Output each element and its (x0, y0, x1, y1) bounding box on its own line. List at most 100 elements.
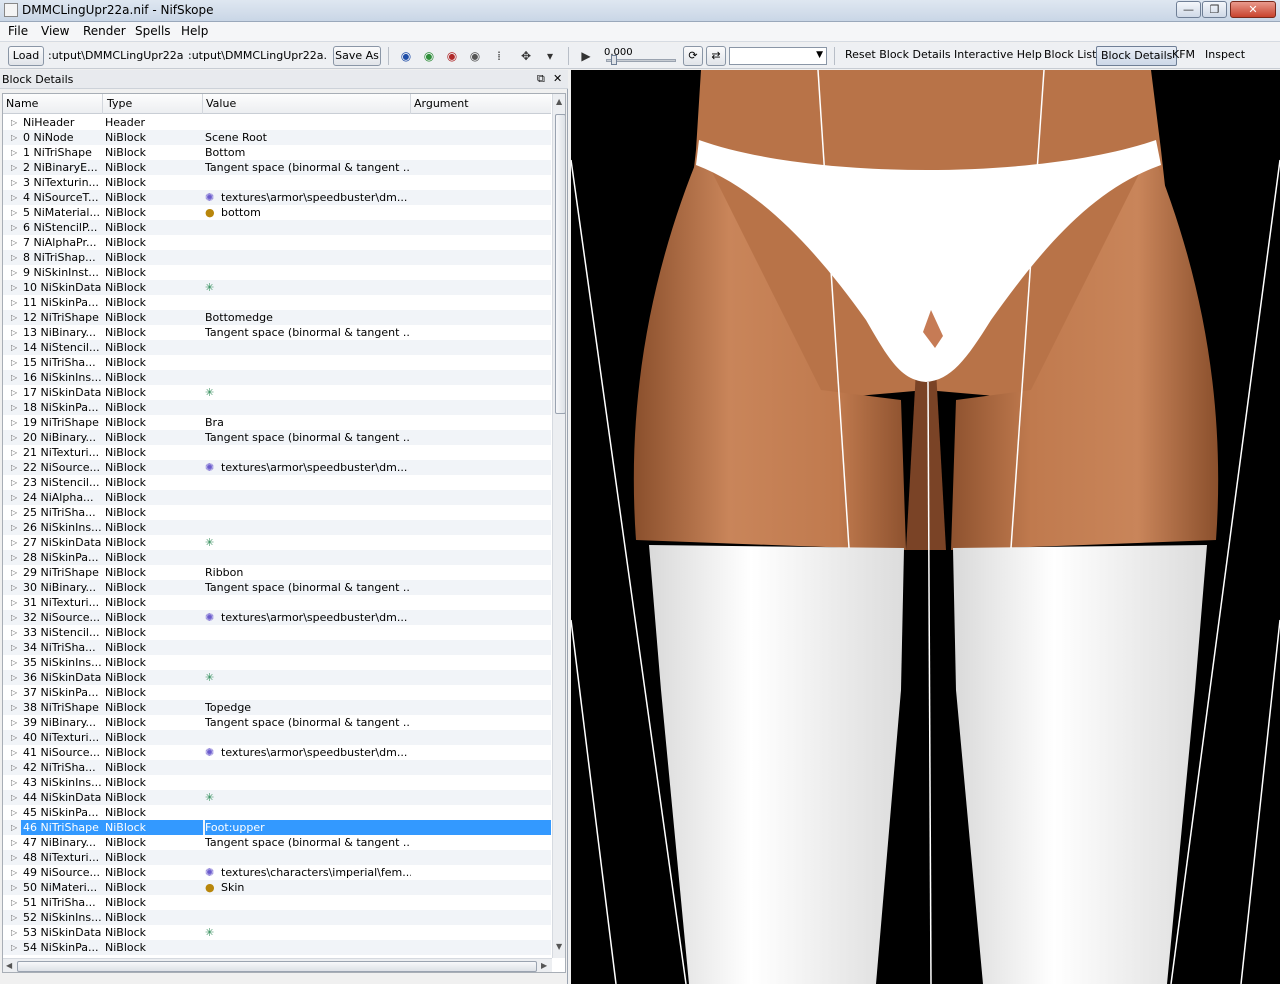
tree-row[interactable]: ▷ NiHeader Header (3, 115, 551, 130)
tree-row[interactable]: ▷ 35 NiSkinIns... NiBlock (3, 655, 551, 670)
expand-arrow-icon[interactable]: ▷ (11, 820, 17, 835)
expand-arrow-icon[interactable]: ▷ (11, 760, 17, 775)
menu-spells[interactable]: Spells (135, 24, 171, 38)
time-slider-thumb[interactable] (611, 55, 617, 65)
expand-arrow-icon[interactable]: ▷ (11, 580, 17, 595)
kfm-button[interactable]: KFM (1172, 48, 1195, 61)
expand-arrow-icon[interactable]: ▷ (11, 415, 17, 430)
render-viewport[interactable] (571, 70, 1280, 984)
tree-row[interactable]: ▷ 18 NiSkinPa... NiBlock (3, 400, 551, 415)
tree-row[interactable]: ▷ 32 NiSource... NiBlock ✺ textures\armor\sp… (3, 610, 551, 625)
expand-arrow-icon[interactable]: ▷ (11, 775, 17, 790)
tree-row[interactable]: ▷ 34 NiTriSha... NiBlock (3, 640, 551, 655)
tree-row[interactable]: ▷ 19 NiTriShape NiBlock Bra (3, 415, 551, 430)
tree-row[interactable]: ▷ 11 NiSkinPa... NiBlock (3, 295, 551, 310)
tree-row[interactable]: ▷ 21 NiTexturi... NiBlock (3, 445, 551, 460)
column-header-argument[interactable]: Argument (414, 97, 469, 110)
tree-row[interactable]: ▷ 27 NiSkinData NiBlock ✳ (3, 535, 551, 550)
column-header-type[interactable]: Type (107, 97, 132, 110)
expand-arrow-icon[interactable]: ▷ (11, 310, 17, 325)
tree-row[interactable]: ▷ 41 NiSource... NiBlock ✺ textures\armor\sp… (3, 745, 551, 760)
tree-row[interactable]: ▷ 17 NiSkinData NiBlock ✳ (3, 385, 551, 400)
save-path-field[interactable]: :utput\DMMCLingUpr22a.nif (188, 47, 326, 65)
menu-view[interactable]: View (41, 24, 69, 38)
save-as-button[interactable]: Save As (333, 46, 381, 66)
scroll-up-icon[interactable]: ▲ (556, 97, 562, 106)
tree-row[interactable]: ▷ 23 NiStencil... NiBlock (3, 475, 551, 490)
tree-row[interactable]: ▷ 54 NiSkinPa... NiBlock (3, 940, 551, 955)
tree-row[interactable]: ▷ 2 NiBinaryE... NiBlock Tangent space (bin… (3, 160, 551, 175)
expand-arrow-icon[interactable]: ▷ (11, 535, 17, 550)
expand-arrow-icon[interactable]: ▷ (11, 505, 17, 520)
menu-render[interactable]: Render (83, 24, 126, 38)
view-dropdown-icon[interactable]: ▾ (541, 47, 559, 65)
loop-icon[interactable]: ⟳ (683, 46, 703, 66)
reset-block-details-button[interactable]: Reset Block Details (845, 48, 951, 61)
float-icon[interactable]: ⧉ (537, 72, 545, 86)
tree-row[interactable]: ▷ 38 NiTriShape NiBlock Topedge (3, 700, 551, 715)
load-button[interactable]: Load (8, 46, 44, 66)
expand-arrow-icon[interactable]: ▷ (11, 445, 17, 460)
expand-arrow-icon[interactable]: ▷ (11, 265, 17, 280)
tree-row[interactable]: ▷ 16 NiSkinIns... NiBlock (3, 370, 551, 385)
expand-arrow-icon[interactable]: ▷ (11, 490, 17, 505)
expand-arrow-icon[interactable]: ▷ (11, 670, 17, 685)
tree-row[interactable]: ▷ 20 NiBinary... NiBlock Tangent space (bin… (3, 430, 551, 445)
expand-arrow-icon[interactable]: ▷ (11, 235, 17, 250)
load-path-field[interactable]: :utput\DMMCLingUpr22a.nif (48, 47, 184, 65)
expand-arrow-icon[interactable]: ▷ (11, 730, 17, 745)
tree-row[interactable]: ▷ 43 NiSkinIns... NiBlock (3, 775, 551, 790)
expand-arrow-icon[interactable]: ▷ (11, 565, 17, 580)
expand-arrow-icon[interactable]: ▷ (11, 655, 17, 670)
expand-arrow-icon[interactable]: ▷ (11, 280, 17, 295)
expand-arrow-icon[interactable]: ▷ (11, 640, 17, 655)
expand-arrow-icon[interactable]: ▷ (11, 940, 17, 955)
tree-row[interactable]: ▷ 50 NiMateri... NiBlock ● Skin (3, 880, 551, 895)
tree-row[interactable]: ▷ 26 NiSkinIns... NiBlock (3, 520, 551, 535)
expand-arrow-icon[interactable]: ▷ (11, 340, 17, 355)
horizontal-scrollbar[interactable]: ◀ ▶ (3, 958, 552, 972)
expand-arrow-icon[interactable]: ▷ (11, 865, 17, 880)
expand-arrow-icon[interactable]: ▷ (11, 430, 17, 445)
tree-row[interactable]: ▷ 4 NiSourceT... NiBlock ✺ textures\armor\sp… (3, 190, 551, 205)
tree-row[interactable]: ▷ 10 NiSkinData NiBlock ✳ (3, 280, 551, 295)
switch-icon[interactable]: ⇄ (706, 46, 726, 66)
tree-row[interactable]: ▷ 22 NiSource... NiBlock ✺ textures\armor\sp… (3, 460, 551, 475)
expand-arrow-icon[interactable]: ▷ (11, 610, 17, 625)
tree-row[interactable]: ▷ 3 NiTexturin... NiBlock (3, 175, 551, 190)
expand-arrow-icon[interactable]: ▷ (11, 880, 17, 895)
expand-arrow-icon[interactable]: ▷ (11, 325, 17, 340)
tree-row[interactable]: ▷ 5 NiMaterial... NiBlock ● bottom (3, 205, 551, 220)
close-icon[interactable]: ✕ (553, 72, 562, 85)
close-button[interactable]: ✕ (1230, 1, 1276, 18)
expand-arrow-icon[interactable]: ▷ (11, 250, 17, 265)
vertical-scroll-thumb[interactable] (555, 114, 565, 414)
expand-arrow-icon[interactable]: ▷ (11, 205, 17, 220)
tree-row[interactable]: ▷ 46 NiTriShape NiBlock Foot:upper (3, 820, 551, 835)
play-icon[interactable]: ▶ (577, 47, 595, 65)
expand-arrow-icon[interactable]: ▷ (11, 460, 17, 475)
expand-arrow-icon[interactable]: ▷ (11, 895, 17, 910)
tree-row[interactable]: ▷ 7 NiAlphaPr... NiBlock (3, 235, 551, 250)
tree-row[interactable]: ▷ 47 NiBinary... NiBlock Tangent space (bin… (3, 835, 551, 850)
expand-arrow-icon[interactable]: ▷ (11, 625, 17, 640)
tree-row[interactable]: ▷ 44 NiSkinData NiBlock ✳ (3, 790, 551, 805)
tree-row[interactable]: ▷ 13 NiBinary... NiBlock Tangent space (bin… (3, 325, 551, 340)
column-header-name[interactable]: Name (6, 97, 38, 110)
tree-row[interactable]: ▷ 40 NiTexturi... NiBlock (3, 730, 551, 745)
tree-row[interactable]: ▷ 42 NiTriSha... NiBlock (3, 760, 551, 775)
tree-row[interactable]: ▷ 31 NiTexturi... NiBlock (3, 595, 551, 610)
expand-arrow-icon[interactable]: ▷ (11, 700, 17, 715)
expand-arrow-icon[interactable]: ▷ (11, 355, 17, 370)
tree-row[interactable]: ▷ 37 NiSkinPa... NiBlock (3, 685, 551, 700)
tree-row[interactable]: ▷ 6 NiStencilP... NiBlock (3, 220, 551, 235)
view-eye-red-icon[interactable]: ◉ (443, 47, 461, 65)
expand-arrow-icon[interactable]: ▷ (11, 160, 17, 175)
expand-arrow-icon[interactable]: ▷ (11, 520, 17, 535)
block-list-button[interactable]: Block List (1044, 48, 1096, 61)
tree-row[interactable]: ▷ 36 NiSkinData NiBlock ✳ (3, 670, 551, 685)
expand-arrow-icon[interactable]: ▷ (11, 910, 17, 925)
column-header-value[interactable]: Value (206, 97, 236, 110)
expand-arrow-icon[interactable]: ▷ (11, 550, 17, 565)
animation-select[interactable]: ▼ (729, 47, 827, 65)
